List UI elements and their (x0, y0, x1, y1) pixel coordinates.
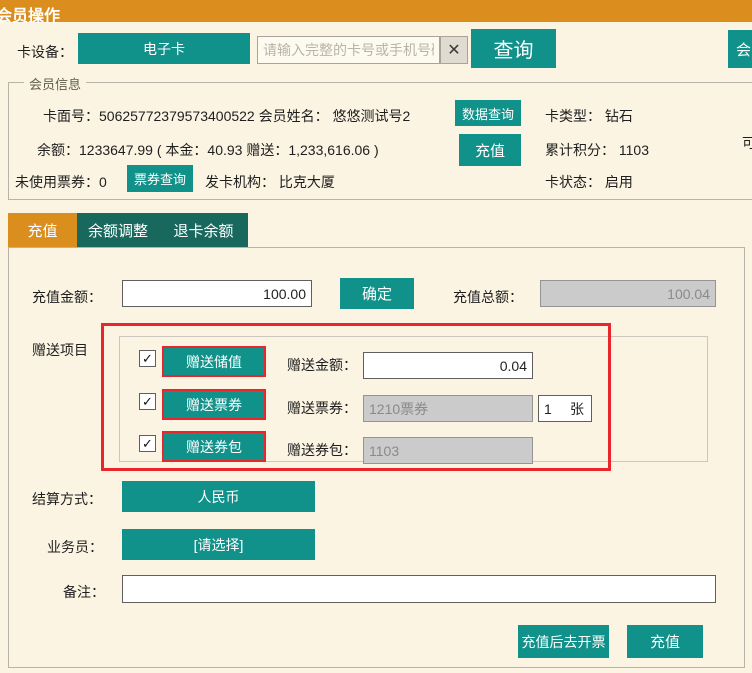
card-no-label: 卡面号： (43, 108, 99, 124)
gift-ticket-label: 赠送票券： (287, 398, 357, 418)
total-input (540, 280, 716, 307)
card-type-row: 卡类型： 钻石 (545, 106, 633, 126)
unused-tickets-value: 0 (99, 174, 107, 190)
points-row: 累计积分： 1103 (545, 140, 649, 160)
card-type-value: 钻石 (605, 108, 633, 124)
gift-ticket-checkbox[interactable]: ✓ (139, 393, 156, 410)
member-name-label: 会员姓名： (259, 108, 329, 124)
check-icon: ✓ (142, 394, 153, 410)
gift-ticket-qty-unit: 张 (570, 399, 584, 419)
issuer-row: 发卡机构： 比克大厦 (205, 172, 335, 192)
member-operation-window: 会员操作 卡设备： 电子卡 ✕ 查询 会 会员信息 卡面号：5062577237… (0, 0, 752, 673)
clerk-select-button[interactable]: [请选择] (122, 529, 315, 560)
gift-stored-value-checkbox[interactable]: ✓ (139, 350, 156, 367)
truncated-right-button[interactable]: 会 (728, 30, 752, 68)
member-info-legend: 会员信息 (24, 74, 86, 93)
recharge-quick-button[interactable]: 充值 (459, 134, 521, 166)
gift-amount-label: 赠送金额： (287, 355, 357, 375)
truncated-right-text: 可 (742, 133, 752, 153)
gift-ticket-button[interactable]: 赠送票券 (162, 389, 266, 420)
data-query-button[interactable]: 数据查询 (455, 100, 521, 126)
gift-ticket-qty-value: 1 (544, 401, 552, 417)
payment-method-label: 结算方式： (32, 489, 102, 509)
issuer-label: 发卡机构： (205, 174, 275, 190)
gift-coupon-pack-label: 赠送券包： (287, 440, 357, 460)
total-label: 充值总额： (453, 287, 523, 307)
balance-label: 余额： (37, 142, 79, 158)
gift-ticket-input (363, 395, 533, 422)
card-type-label: 卡类型： (545, 108, 601, 124)
member-name-value: 悠悠测试号2 (333, 108, 411, 124)
page-title: 会员操作 (0, 2, 60, 26)
gift-coupon-pack-checkbox[interactable]: ✓ (139, 435, 156, 452)
query-button[interactable]: 查询 (471, 29, 556, 68)
tab-balance-adjust[interactable]: 余额调整 (77, 213, 159, 247)
unused-tickets-label: 未使用票券： (15, 174, 99, 190)
card-search-input[interactable] (257, 36, 440, 64)
amount-input[interactable] (122, 280, 312, 307)
gift-stored-value-button[interactable]: 赠送储值 (162, 346, 266, 377)
gift-coupon-pack-button[interactable]: 赠送券包 (162, 431, 266, 462)
balance-value: 1233647.99 ( 本金：40.93 赠送：1,233,616.06 ) (79, 142, 379, 158)
amount-label: 充值金额： (32, 287, 102, 307)
points-value: 1103 (619, 142, 649, 158)
card-status-row: 卡状态： 启用 (545, 172, 633, 192)
note-input[interactable] (122, 575, 716, 603)
tab-refund[interactable]: 退卡余额 (159, 213, 248, 247)
tab-recharge[interactable]: 充值 (8, 213, 77, 247)
points-label: 累计积分： (545, 142, 615, 158)
close-icon: ✕ (447, 40, 460, 60)
payment-method-button[interactable]: 人民币 (122, 481, 315, 512)
card-status-label: 卡状态： (545, 174, 601, 190)
confirm-button[interactable]: 确定 (340, 278, 414, 309)
note-label: 备注： (63, 582, 105, 602)
clear-input-button[interactable]: ✕ (440, 36, 468, 64)
balance-row: 余额：1233647.99 ( 本金：40.93 赠送：1,233,616.06… (37, 140, 379, 160)
window-titlebar: 会员操作 (0, 0, 752, 22)
card-no-value: 50625772379573400522 (99, 108, 255, 124)
gift-ticket-qty-box[interactable]: 1 张 (538, 395, 592, 422)
gift-amount-input[interactable] (363, 352, 533, 379)
unused-tickets-row: 未使用票券：0 (15, 172, 107, 192)
card-status-value: 启用 (605, 174, 633, 190)
card-device-label: 卡设备： (17, 42, 73, 62)
clerk-label: 业务员： (47, 537, 103, 557)
gift-section-label: 赠送项目 (32, 340, 88, 360)
card-no-row: 卡面号：50625772379573400522 会员姓名： 悠悠测试号2 (43, 106, 410, 126)
device-type-button[interactable]: 电子卡 (78, 33, 250, 64)
ticket-query-button[interactable]: 票券查询 (127, 165, 193, 192)
recharge-submit-button[interactable]: 充值 (627, 625, 703, 658)
recharge-and-invoice-button[interactable]: 充值后去开票 (518, 625, 609, 658)
issuer-value: 比克大厦 (279, 174, 335, 190)
check-icon: ✓ (142, 351, 153, 367)
gift-coupon-pack-input (363, 437, 533, 464)
check-icon: ✓ (142, 436, 153, 452)
